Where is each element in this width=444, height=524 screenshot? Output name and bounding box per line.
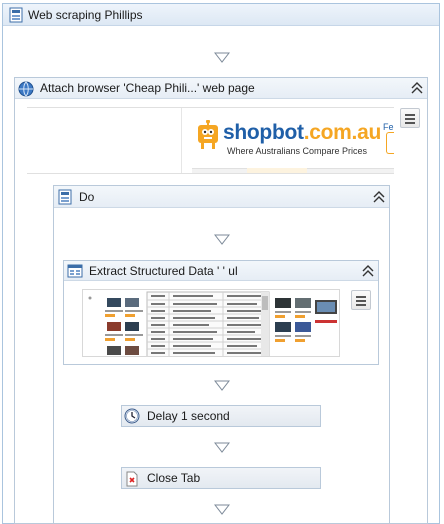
collapse-icon[interactable] (411, 82, 423, 94)
close-tab-icon (124, 471, 140, 487)
do-header[interactable]: Do (54, 186, 389, 208)
arrow-down-icon (214, 380, 230, 391)
shopbot-logo-icon (195, 119, 221, 153)
extract-title: Extract Structured Data ' ' ul (89, 264, 238, 278)
shopbot-brand: shopbot (223, 121, 304, 144)
clock-icon (124, 408, 140, 424)
extract-header[interactable]: Extract Structured Data ' ' ul (64, 261, 378, 281)
arrow-down-icon (214, 442, 230, 453)
collapse-icon[interactable] (373, 191, 385, 203)
extract-preview (82, 289, 340, 357)
arrow-down-icon (214, 52, 230, 63)
attach-browser-title: Attach browser 'Cheap Phili...' web page (40, 81, 255, 95)
globe-icon (18, 81, 34, 97)
close-tab-title: Close Tab (147, 471, 201, 485)
sequence-icon (8, 7, 24, 23)
sequence-header[interactable]: Web scraping Phillips (3, 4, 439, 26)
preview-corner-text: Fe (383, 122, 394, 132)
arrow-down-icon (214, 504, 230, 515)
attach-browser-header[interactable]: Attach browser 'Cheap Phili...' web page (15, 78, 427, 99)
delay-title: Delay 1 second (147, 409, 230, 423)
shopbot-tld: .com.au (303, 121, 382, 144)
extract-menu-button[interactable] (351, 290, 371, 310)
shopbot-tagline: Where Australians Compare Prices (227, 146, 368, 156)
browser-preview: shopbot.com.au Where Australians Compare… (27, 107, 394, 174)
delay-activity[interactable]: Delay 1 second (121, 405, 321, 427)
do-title: Do (79, 190, 95, 204)
close-tab-activity[interactable]: Close Tab (121, 467, 321, 489)
attach-browser-menu-button[interactable] (400, 108, 420, 128)
arrow-down-icon (214, 234, 230, 245)
collapse-icon[interactable] (362, 265, 374, 277)
extract-data-icon (67, 263, 83, 279)
sequence-title: Web scraping Phillips (28, 8, 143, 22)
do-icon (57, 189, 73, 205)
